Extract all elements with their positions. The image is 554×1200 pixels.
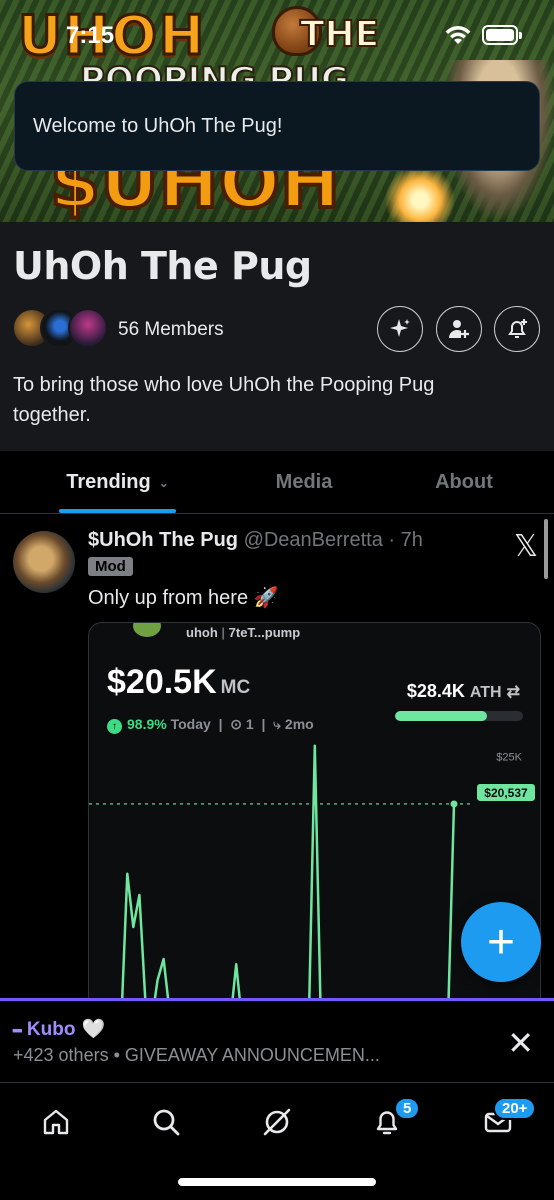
home-icon — [43, 1109, 69, 1135]
chevron-down-icon: ⌄ — [158, 475, 169, 490]
messages-badge: 20+ — [493, 1097, 537, 1120]
nav-notifications[interactable]: 5 — [362, 1097, 421, 1147]
active-tab-indicator — [59, 509, 176, 513]
status-icons — [444, 24, 522, 46]
tab-label: Trending — [66, 471, 151, 493]
nav-messages[interactable]: 20+ — [473, 1097, 537, 1147]
status-bar: 7:15 — [0, 0, 554, 70]
community-tabs: Trending ⌄ Media About — [0, 451, 554, 514]
price-series-line — [120, 744, 456, 1000]
scrollbar[interactable] — [544, 519, 548, 579]
mod-badge: Mod — [88, 557, 133, 576]
post-header: $UhOh The Pug @DeanBerretta · 7h — [88, 529, 423, 552]
search-icon — [153, 1109, 180, 1136]
x-logo-icon: 𝕏 — [513, 529, 538, 564]
space-host-name: Kubo — [26, 1019, 76, 1040]
community-header: UhOh The Pug 56 Members To bring those w… — [0, 222, 554, 451]
tab-about[interactable]: About — [414, 451, 514, 514]
live-audio-icon: ▪▪▪ — [12, 1022, 23, 1038]
notification-settings-button[interactable] — [494, 306, 540, 352]
invite-member-button[interactable] — [436, 306, 482, 352]
grok-icon — [263, 1108, 291, 1136]
tab-media[interactable]: Media — [254, 451, 354, 514]
tab-trending[interactable]: Trending ⌄ — [59, 451, 176, 514]
author-name[interactable]: $UhOh The Pug — [88, 529, 238, 551]
member-avatars[interactable] — [12, 308, 108, 348]
live-space-bar[interactable]: ▪▪▪ Kubo 🤍 +423 others • GIVEAWAY ANNOUNCE… — [0, 998, 554, 1081]
notifications-badge: 5 — [394, 1097, 421, 1120]
space-host: ▪▪▪ Kubo 🤍 — [12, 1017, 105, 1041]
community-name: UhOh The Pug — [13, 244, 312, 288]
sparkle-icon — [390, 319, 410, 337]
avatar — [68, 308, 108, 348]
battery-icon — [482, 25, 522, 45]
nav-search[interactable] — [141, 1097, 191, 1147]
svg-text:$20,537: $20,537 — [484, 786, 528, 800]
tab-label: Media — [275, 471, 333, 493]
nav-grok[interactable] — [252, 1097, 302, 1147]
post-time: · 7h — [388, 529, 423, 551]
home-indicator — [178, 1178, 376, 1186]
current-value-label: $20,537 — [477, 783, 535, 801]
wifi-icon — [445, 26, 471, 44]
grok-summary-button[interactable] — [377, 306, 423, 352]
y-tick-label: $25K — [496, 751, 522, 763]
tab-label: About — [435, 471, 493, 493]
author-avatar[interactable] — [13, 531, 75, 593]
compose-button[interactable]: + — [461, 902, 541, 982]
status-time: 7:15 — [66, 22, 115, 49]
heart-emoji: 🤍 — [81, 1019, 106, 1040]
author-handle[interactable]: @DeanBerretta — [244, 529, 383, 551]
space-subtitle: +423 others • GIVEAWAY ANNOUNCEMEN... — [13, 1045, 380, 1065]
current-value-point — [450, 800, 458, 808]
close-icon[interactable]: ✕ — [507, 1027, 534, 1059]
add-user-icon — [449, 320, 469, 338]
nav-home[interactable] — [31, 1097, 81, 1147]
member-count[interactable]: 56 Members — [118, 319, 224, 341]
welcome-toast[interactable]: Welcome to UhOh The Pug! — [14, 81, 540, 171]
bell-plus-icon — [508, 319, 527, 338]
toast-message: Welcome to UhOh The Pug! — [33, 114, 283, 137]
post-text: Only up from here 🚀 — [88, 587, 279, 609]
community-description: To bring those who love UhOh the Pooping… — [13, 374, 435, 426]
